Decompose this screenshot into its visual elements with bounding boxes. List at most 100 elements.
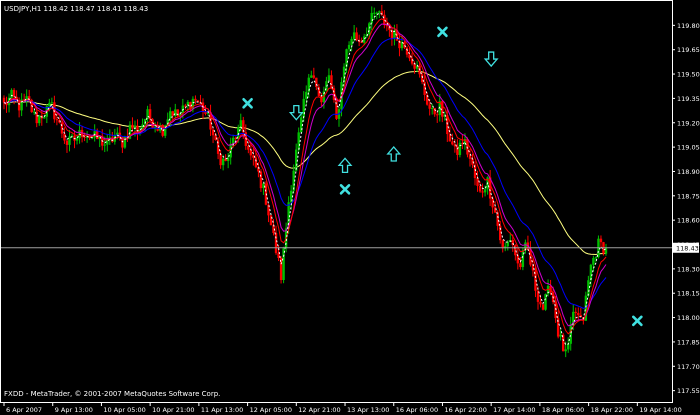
x-tick-label: 9 Apr 13:00 bbox=[55, 406, 93, 414]
candle-body bbox=[75, 138, 79, 141]
candle-body bbox=[327, 75, 331, 82]
y-tick-label: 118.00 bbox=[677, 314, 700, 322]
candle-body bbox=[592, 258, 595, 265]
candle-body bbox=[478, 185, 482, 192]
candle-body bbox=[514, 244, 517, 256]
price-chart[interactable]: 119.80 119.65 119.50 119.35 119.20 119.05 118.… bbox=[0, 0, 700, 415]
candle-body bbox=[431, 107, 434, 109]
y-tick-label: 119.05 bbox=[677, 144, 700, 152]
x-tick-label: 17 Apr 14:00 bbox=[493, 406, 535, 414]
candle-body bbox=[589, 264, 593, 281]
candle-body bbox=[330, 75, 333, 89]
y-tick-label: 119.80 bbox=[677, 22, 700, 30]
x-tick-label: 19 Apr 14:00 bbox=[639, 406, 681, 414]
candle-body bbox=[599, 238, 603, 243]
y-tick-label: 118.60 bbox=[677, 217, 700, 225]
candle-body bbox=[171, 111, 174, 116]
candle-body bbox=[347, 44, 351, 50]
candle-body bbox=[176, 109, 179, 117]
x-tick-label: 10 Apr 21:00 bbox=[152, 406, 194, 414]
y-tick-label: 118.15 bbox=[677, 290, 700, 298]
candle-body bbox=[539, 301, 542, 305]
y-tick-label: 117.55 bbox=[677, 387, 700, 395]
x-tick-label: 10 Apr 05:00 bbox=[103, 406, 145, 414]
candle-body bbox=[577, 312, 580, 316]
x-tick-label: 16 Apr 06:00 bbox=[396, 406, 438, 414]
candle-body bbox=[12, 89, 16, 97]
candle-body bbox=[559, 334, 562, 337]
candle-body bbox=[594, 257, 598, 259]
candle-body bbox=[259, 171, 263, 189]
y-tick-label: 118.75 bbox=[677, 192, 700, 200]
candle-body bbox=[428, 104, 431, 109]
candle-body bbox=[10, 89, 13, 98]
candle-body bbox=[350, 38, 353, 45]
candle-body bbox=[373, 12, 376, 14]
candle-body bbox=[370, 12, 373, 24]
x-tick-label: 12 Apr 05:00 bbox=[250, 406, 292, 414]
candle-body bbox=[146, 109, 149, 119]
candle-body bbox=[481, 191, 484, 193]
x-tick-label: 18 Apr 06:00 bbox=[542, 406, 584, 414]
symbol-info: USDJPY,H1 118.42 118.47 118.41 118.43 bbox=[4, 5, 148, 13]
candle-body bbox=[274, 232, 278, 254]
candle-body bbox=[352, 32, 356, 39]
candle-body bbox=[587, 280, 590, 296]
candle-body bbox=[483, 189, 487, 193]
y-tick-label: 117.70 bbox=[677, 363, 700, 371]
candle-body bbox=[50, 102, 54, 104]
candle-body bbox=[320, 95, 323, 103]
y-tick-label: 118.30 bbox=[677, 265, 700, 273]
candle-body bbox=[282, 248, 285, 281]
candle-body bbox=[458, 142, 462, 155]
candle-body bbox=[476, 178, 479, 186]
candle-body bbox=[239, 120, 242, 128]
x-tick-label: 13 Apr 13:00 bbox=[347, 406, 389, 414]
candle-body bbox=[451, 141, 454, 145]
candle-body bbox=[219, 153, 222, 166]
candle-body bbox=[362, 36, 366, 43]
candle-body bbox=[2, 97, 6, 103]
copyright-text: FXDD - MetaTrader, © 2001-2007 MetaQuote… bbox=[4, 390, 220, 398]
candle-body bbox=[48, 102, 51, 107]
candle-body bbox=[569, 324, 572, 344]
y-tick-label: 119.65 bbox=[677, 46, 700, 54]
y-tick-label: 119.35 bbox=[677, 95, 700, 103]
candle-body bbox=[103, 144, 106, 146]
y-tick-label: 118.90 bbox=[677, 168, 700, 176]
candle-body bbox=[55, 119, 59, 121]
candle-body bbox=[433, 107, 436, 115]
candle-body bbox=[143, 118, 147, 125]
candle-body bbox=[519, 263, 522, 268]
candle-body bbox=[43, 116, 46, 119]
chart-background bbox=[0, 0, 700, 415]
candle-body bbox=[221, 158, 225, 166]
candle-body bbox=[368, 23, 371, 35]
current-price-label: 118.43 bbox=[673, 242, 699, 253]
candle-body bbox=[604, 247, 608, 254]
y-tick-label: 119.50 bbox=[677, 71, 700, 79]
candle-body bbox=[378, 11, 381, 13]
candle-body bbox=[302, 98, 305, 118]
candle-body bbox=[38, 115, 41, 124]
x-tick-label: 16 Apr 22:00 bbox=[444, 406, 486, 414]
candle-body bbox=[466, 139, 469, 155]
candle-body bbox=[491, 198, 494, 208]
candle-body bbox=[312, 75, 316, 78]
candle-body bbox=[561, 334, 565, 352]
candle-body bbox=[355, 32, 358, 40]
current-price-value: 118.43 bbox=[676, 244, 699, 252]
y-tick-label: 117.85 bbox=[677, 338, 700, 346]
candle-body bbox=[541, 304, 545, 310]
candle-body bbox=[68, 136, 71, 145]
candle-body bbox=[501, 240, 504, 249]
candle-body bbox=[131, 124, 134, 129]
candle-body bbox=[436, 114, 439, 116]
candle-body bbox=[516, 255, 520, 264]
candle-body bbox=[564, 349, 567, 352]
candle-body bbox=[310, 75, 313, 78]
candle-body bbox=[63, 133, 66, 141]
candle-body bbox=[83, 136, 86, 138]
x-tick-label: 18 Apr 22:00 bbox=[591, 406, 633, 414]
x-tick-label: 12 Apr 21:00 bbox=[298, 406, 340, 414]
